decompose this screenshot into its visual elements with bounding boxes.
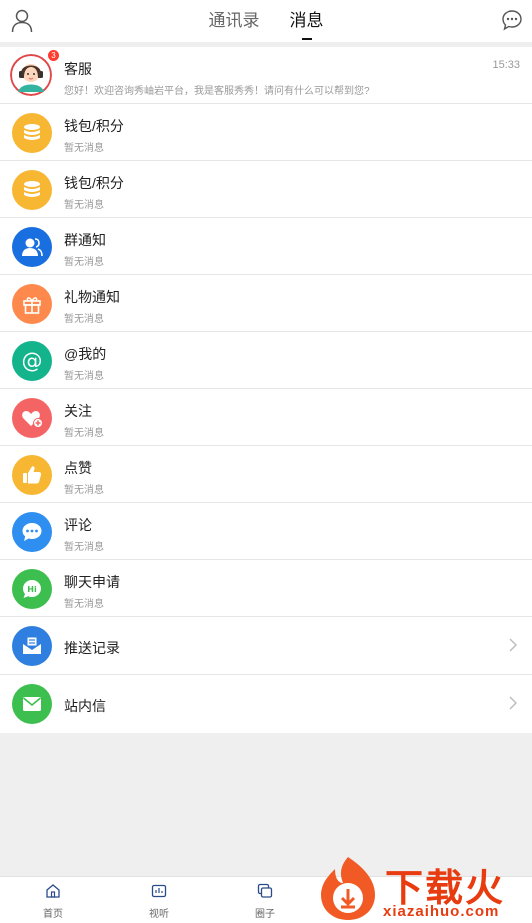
message-title: 点赞 [64,460,92,476]
mail-icon [12,684,52,724]
message-row-group-notice[interactable]: 群通知 暂无消息 [0,218,532,275]
message-row-wallet[interactable]: 钱包/积分 暂无消息 [0,161,532,218]
message-preview: 暂无消息 [64,371,104,382]
customer-service-avatar [10,54,52,96]
message-preview: 暂无消息 [64,485,104,496]
svg-text:@: @ [22,349,43,373]
hi-chat-icon: Hi [12,569,52,609]
chevron-right-icon [509,638,517,652]
nav-home[interactable]: 首页 [23,883,83,920]
push-record-row[interactable]: 推送记录 [0,617,532,675]
tab-contacts[interactable]: 通讯录 [209,0,260,42]
message-title: 关注 [64,403,92,419]
message-row-likes[interactable]: 点赞 暂无消息 [0,446,532,503]
nav-circle[interactable]: 圈子 [235,883,295,920]
message-title: 聊天申请 [64,574,120,590]
link-title: 站内信 [64,698,106,714]
message-list: 3 客服 您好！欢迎咨询秀岫岩平台，我是客服秀秀！请问有什么可以帮到您? 15:… [0,47,532,733]
message-row-wallet[interactable]: 钱包/积分 暂无消息 [0,104,532,161]
message-row-customer-service[interactable]: 3 客服 您好！欢迎咨询秀岫岩平台，我是客服秀秀！请问有什么可以帮到您? 15:… [0,47,532,104]
watermark: 下载火 xiazaihuo.com [313,853,532,923]
message-title: 群通知 [64,232,106,248]
watermark-domain: xiazaihuo.com [383,903,500,920]
inbox-row[interactable]: 站内信 [0,675,532,733]
message-title: 钱包/积分 [64,175,124,191]
message-row-chat-request[interactable]: Hi 聊天申请 暂无消息 [0,560,532,617]
message-preview: 暂无消息 [64,314,104,325]
link-title: 推送记录 [64,640,120,656]
message-title: 钱包/积分 [64,118,124,134]
tab-bar: 通讯录 消息 [0,0,532,42]
chat-bubble-icon[interactable] [501,9,523,31]
message-time: 15:33 [492,59,520,71]
message-preview: 暂无消息 [64,428,104,439]
message-preview: 暂无消息 [64,200,104,211]
message-preview: 暂无消息 [64,599,104,610]
message-preview: 您好！欢迎咨询秀岫岩平台，我是客服秀秀！请问有什么可以帮到您? [64,86,370,97]
message-title: 客服 [64,61,92,77]
thumbs-up-icon [12,455,52,495]
unread-badge: 3 [48,50,59,61]
flame-logo-icon [321,857,375,920]
chevron-right-icon [509,696,517,710]
at-icon: @ [12,341,52,381]
nav-label: 视听 [149,909,169,920]
home-icon [46,884,60,898]
coins-icon [12,113,52,153]
group-icon [12,227,52,267]
message-preview: 暂无消息 [64,542,104,553]
comment-icon [12,512,52,552]
media-icon [151,884,167,898]
message-title: @我的 [64,346,107,362]
message-title: 评论 [64,517,92,533]
nav-label: 圈子 [255,909,275,920]
message-preview: 暂无消息 [64,257,104,268]
top-bar: 通讯录 消息 [0,0,532,42]
message-title: 礼物通知 [64,289,120,305]
message-row-gift-notice[interactable]: 礼物通知 暂无消息 [0,275,532,332]
message-preview: 暂无消息 [64,143,104,154]
heart-plus-icon [12,398,52,438]
tab-messages[interactable]: 消息 [290,0,324,42]
message-row-mentions[interactable]: @ @我的 暂无消息 [0,332,532,389]
message-row-comments[interactable]: 评论 暂无消息 [0,503,532,560]
coins-icon [12,170,52,210]
svg-text:Hi: Hi [27,585,37,594]
nav-label: 首页 [43,909,63,920]
message-row-follow[interactable]: 关注 暂无消息 [0,389,532,446]
push-record-icon [12,626,52,666]
circle-icon [257,883,273,898]
nav-media[interactable]: 视听 [129,883,189,920]
gift-icon [12,284,52,324]
